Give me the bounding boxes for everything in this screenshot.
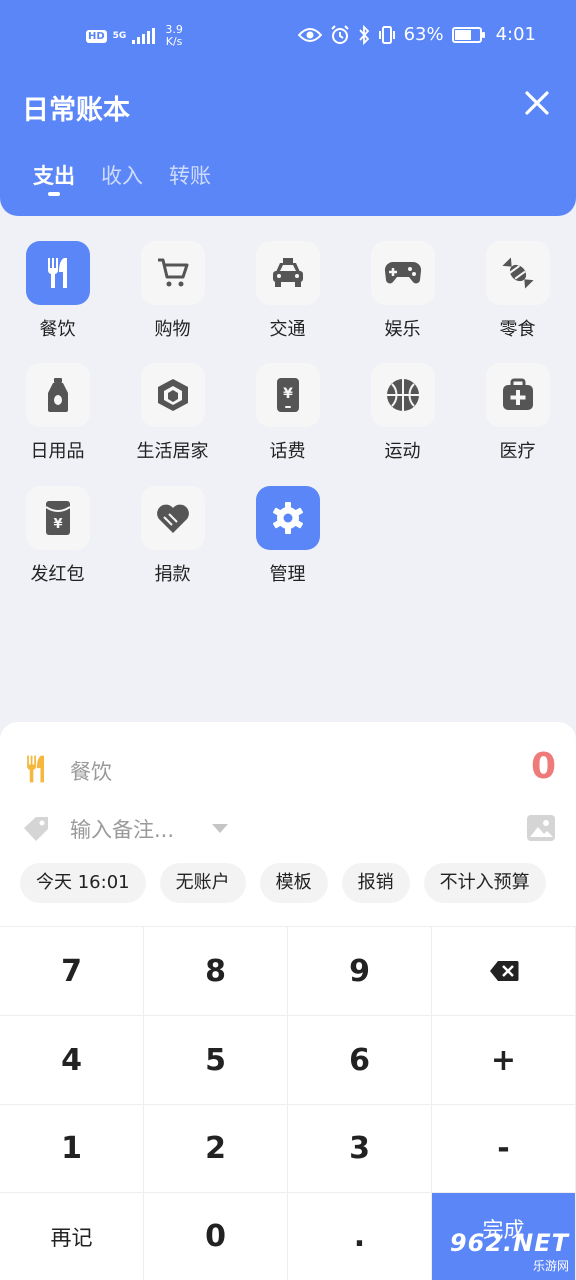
clock: 4:01: [495, 24, 536, 45]
category-food[interactable]: 餐饮: [0, 241, 115, 341]
backspace-icon: [489, 961, 518, 981]
category-home[interactable]: 生活居家: [115, 363, 230, 463]
key-3[interactable]: 3: [288, 1105, 432, 1193]
key-7[interactable]: 7: [0, 927, 144, 1016]
category-phone-bill[interactable]: ¥ 话费: [230, 363, 345, 463]
again-key[interactable]: 再记: [0, 1193, 144, 1280]
key-2[interactable]: 2: [144, 1105, 288, 1193]
taxi-icon: [272, 258, 303, 287]
bluetooth-icon: [358, 24, 369, 45]
category-label: 话费: [269, 441, 306, 462]
svg-text:¥: ¥: [53, 517, 62, 532]
category-daily-goods[interactable]: 日用品: [0, 363, 115, 463]
template-chip[interactable]: 模板: [259, 863, 328, 903]
category-medical[interactable]: 医疗: [460, 363, 575, 463]
cube-icon: [157, 379, 188, 411]
key-0[interactable]: 0: [144, 1193, 288, 1280]
amount-row: 餐饮 0: [20, 746, 556, 788]
tab-transfer[interactable]: 转账: [169, 160, 211, 190]
image-icon[interactable]: [526, 814, 556, 842]
note-row[interactable]: 输入备注...: [20, 814, 556, 844]
key-9[interactable]: 9: [288, 927, 432, 1016]
category-entertainment[interactable]: 娱乐: [345, 241, 460, 341]
category-label: 运动: [384, 441, 421, 462]
date-chip[interactable]: 今天 16:01: [20, 863, 146, 903]
decimal-key[interactable]: .: [288, 1193, 432, 1280]
category-label: 生活居家: [136, 441, 209, 462]
category-label: 医疗: [499, 441, 536, 462]
key-6[interactable]: 6: [288, 1016, 432, 1105]
selected-category: 餐饮: [70, 760, 112, 784]
category-sports[interactable]: 运动: [345, 363, 460, 463]
alarm-icon: [330, 24, 349, 44]
watermark-big: 962.NET: [449, 1229, 569, 1257]
entry-panel: 餐饮 0 输入备注... 今天 16:01 无账户 模板 报销 不计入预算 7 …: [0, 722, 576, 1280]
candy-icon: [501, 257, 534, 289]
heart-hands-icon: [156, 504, 189, 533]
category-label: 管理: [269, 564, 306, 585]
net-speed: 3.9 K/s: [165, 24, 183, 48]
tab-expense[interactable]: 支出: [33, 160, 75, 196]
bottle-icon: [47, 378, 68, 412]
done-button[interactable]: 完成 962.NET 乐游网: [432, 1193, 576, 1280]
key-1[interactable]: 1: [0, 1105, 144, 1193]
category-label: 发红包: [30, 564, 85, 585]
plus-key[interactable]: +: [432, 1016, 576, 1105]
reimburse-chip[interactable]: 报销: [341, 863, 410, 903]
key-4[interactable]: 4: [0, 1016, 144, 1105]
watermark-small: 乐游网: [532, 1259, 569, 1273]
key-5[interactable]: 5: [144, 1016, 288, 1105]
utensils-icon: [47, 258, 67, 288]
category-snacks[interactable]: 零食: [460, 241, 575, 341]
watermark: 962.NET 乐游网: [450, 1229, 569, 1274]
page-title: 日常账本: [22, 95, 130, 126]
tag-icon: [24, 817, 48, 841]
account-chip[interactable]: 无账户: [159, 863, 246, 903]
battery-icon: [451, 26, 485, 43]
category-label: 交通: [269, 319, 306, 340]
svg-text:¥: ¥: [283, 386, 293, 402]
type-tabs: 支出 收入 转账: [33, 160, 211, 196]
eye-icon: [297, 27, 322, 42]
category-label: 日用品: [30, 441, 85, 462]
category-transport[interactable]: 交通: [230, 241, 345, 341]
option-chips: 今天 16:01 无账户 模板 报销 不计入预算: [20, 863, 546, 903]
signal-icon: [132, 28, 156, 44]
exclude-budget-chip[interactable]: 不计入预算: [423, 863, 546, 903]
category-label: 餐饮: [39, 319, 76, 340]
net-speed-unit: K/s: [165, 35, 183, 48]
gamepad-icon: [384, 261, 421, 284]
category-donation[interactable]: 捐款: [115, 486, 230, 586]
vibrate-icon: [378, 25, 395, 44]
utensils-icon: [27, 755, 44, 783]
red-envelope-icon: ¥: [44, 501, 71, 535]
basketball-icon: [386, 379, 419, 411]
note-input[interactable]: 输入备注...: [70, 814, 174, 844]
category-label: 捐款: [154, 564, 191, 585]
medkit-icon: [502, 378, 533, 410]
key-8[interactable]: 8: [144, 927, 288, 1016]
app-header: HD 5G 3.9 K/s 63% 4:01 日常账本 支出 收入 转账: [0, 0, 576, 216]
close-icon[interactable]: [524, 90, 550, 116]
category-label: 购物: [154, 319, 191, 340]
tab-income[interactable]: 收入: [101, 160, 143, 190]
cart-icon: [157, 258, 188, 287]
category-red-envelope[interactable]: ¥ 发红包: [0, 486, 115, 586]
minus-key[interactable]: -: [432, 1105, 576, 1193]
gear-icon: [272, 502, 303, 534]
backspace-key[interactable]: [432, 927, 576, 1016]
phone-yen-icon: ¥: [276, 378, 299, 412]
network-type: 5G: [112, 31, 127, 41]
category-shopping[interactable]: 购物: [115, 241, 230, 341]
battery-percent: 63%: [403, 24, 444, 45]
category-label: 零食: [499, 319, 536, 340]
status-bar: HD 5G 3.9 K/s 63% 4:01: [0, 22, 576, 52]
chevron-down-icon[interactable]: [212, 824, 228, 833]
amount-display: 0: [530, 746, 556, 787]
category-label: 娱乐: [384, 319, 421, 340]
hd-badge: HD: [86, 29, 107, 43]
number-keypad: 7 8 9 4 5 6 + 1 2 3 - 再记 0 . 完成 962.NET …: [0, 926, 576, 1280]
category-manage[interactable]: 管理: [230, 486, 345, 586]
